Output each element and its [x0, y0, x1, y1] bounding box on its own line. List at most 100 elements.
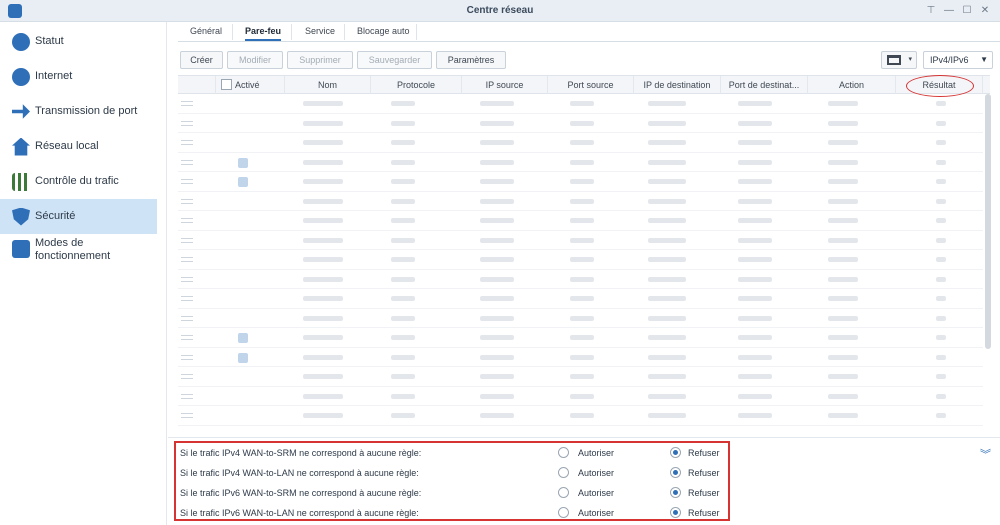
table-row[interactable] [178, 270, 983, 289]
drag-handle-icon[interactable] [181, 315, 193, 321]
allow-radio[interactable] [558, 507, 569, 518]
enabled-checkbox[interactable] [238, 333, 248, 343]
table-row[interactable] [178, 153, 983, 172]
drag-handle-icon[interactable] [181, 413, 193, 418]
maximize-icon[interactable]: ☐ [960, 4, 974, 18]
drag-handle-icon[interactable] [181, 296, 193, 301]
allow-radio[interactable] [558, 467, 569, 478]
create-button[interactable]: Créer [180, 51, 223, 69]
table-row[interactable] [178, 328, 983, 348]
table-row[interactable] [178, 133, 983, 153]
pin-icon[interactable]: ⊤ [924, 4, 938, 18]
blurred-cell [828, 198, 858, 204]
ip-version-select[interactable]: IPv4/IPv6 ▼ [923, 51, 993, 69]
sidebar-item-traffic-control[interactable]: Contrôle du trafic [0, 164, 157, 199]
sidebar-item-port-forwarding[interactable]: Transmission de port [0, 94, 157, 129]
blurred-cell [648, 198, 686, 204]
router-mode-icon [12, 240, 30, 258]
table-row[interactable] [178, 231, 983, 250]
blurred-cell [828, 159, 858, 165]
blurred-cell [828, 257, 858, 262]
allow-radio[interactable] [558, 487, 569, 498]
tab-firewall[interactable]: Pare-feu [245, 26, 282, 41]
sidebar-item-local-network[interactable]: Réseau local [0, 129, 157, 164]
drag-handle-icon[interactable] [181, 393, 193, 399]
table-row[interactable] [178, 250, 983, 270]
table-row[interactable] [178, 289, 983, 309]
deny-radio[interactable] [670, 467, 681, 478]
blurred-cell [936, 335, 946, 340]
drag-handle-icon[interactable] [181, 374, 193, 379]
allow-label[interactable]: Autoriser [578, 468, 614, 478]
allow-label[interactable]: Autoriser [578, 448, 614, 458]
tab-service[interactable]: Service [305, 26, 335, 36]
column-header-source-port[interactable]: Port source [548, 76, 634, 94]
table-row[interactable] [178, 114, 983, 133]
table-row[interactable] [178, 387, 983, 406]
table-row[interactable] [178, 192, 983, 211]
blurred-cell [570, 315, 594, 321]
sidebar-item-statut[interactable]: Statut [0, 24, 157, 59]
drag-handle-icon[interactable] [181, 257, 193, 262]
table-row[interactable] [178, 172, 983, 192]
table-row[interactable] [178, 406, 983, 426]
table-row[interactable] [178, 367, 983, 387]
blurred-cell [738, 393, 772, 399]
allow-label[interactable]: Autoriser [578, 508, 614, 518]
deny-radio[interactable] [670, 447, 681, 458]
tab-auto-block[interactable]: Blocage auto [357, 26, 410, 36]
delete-button[interactable]: Supprimer [287, 51, 353, 69]
blurred-cell [303, 237, 343, 243]
edit-button[interactable]: Modifier [227, 51, 283, 69]
drag-handle-icon[interactable] [181, 140, 193, 145]
column-view-button[interactable]: ▾ [881, 51, 917, 69]
blurred-cell [828, 374, 858, 379]
drag-handle-icon[interactable] [181, 218, 193, 223]
enabled-checkbox[interactable] [238, 177, 248, 187]
drag-handle-icon[interactable] [181, 354, 193, 360]
drag-handle-icon[interactable] [181, 159, 193, 165]
sidebar-item-operation-modes[interactable]: Modes de fonctionnement [0, 234, 157, 270]
save-button[interactable]: Sauvegarder [357, 51, 432, 69]
deny-label[interactable]: Refuser [688, 468, 720, 478]
column-header-source-ip[interactable]: IP source [462, 76, 548, 94]
drag-handle-icon[interactable] [181, 276, 193, 282]
tab-general[interactable]: Général [190, 26, 222, 36]
blurred-cell [480, 315, 514, 321]
drag-handle-icon[interactable] [181, 198, 193, 204]
column-header-destination-ip[interactable]: IP de destination [634, 76, 721, 94]
column-header-enabled[interactable]: Activé [235, 76, 285, 94]
table-row[interactable] [178, 211, 983, 231]
deny-label[interactable]: Refuser [688, 448, 720, 458]
sidebar-item-internet[interactable]: Internet [0, 59, 157, 94]
collapse-chevron-icon[interactable]: ︾ [980, 446, 991, 462]
table-row[interactable] [178, 348, 983, 367]
column-header-protocol[interactable]: Protocole [371, 76, 462, 94]
allow-radio[interactable] [558, 447, 569, 458]
drag-handle-icon[interactable] [181, 120, 193, 126]
deny-label[interactable]: Refuser [688, 508, 720, 518]
table-row[interactable] [178, 309, 983, 328]
enabled-checkbox[interactable] [238, 157, 248, 168]
deny-radio[interactable] [670, 487, 681, 498]
table-row[interactable] [178, 94, 983, 114]
column-header-destination-port[interactable]: Port de destinat... [721, 76, 808, 94]
drag-handle-icon[interactable] [181, 335, 193, 340]
settings-button[interactable]: Paramètres [436, 51, 506, 69]
sidebar-item-security[interactable]: Sécurité [0, 199, 157, 234]
drag-handle-icon[interactable] [181, 101, 193, 106]
enabled-checkbox[interactable] [238, 352, 248, 363]
deny-label[interactable]: Refuser [688, 488, 720, 498]
blurred-cell [303, 335, 343, 340]
column-header-action[interactable]: Action [808, 76, 896, 94]
drag-handle-icon[interactable] [181, 179, 193, 184]
deny-radio[interactable] [670, 507, 681, 518]
close-icon[interactable]: ✕ [978, 4, 992, 18]
column-header-name[interactable]: Nom [285, 76, 371, 94]
drag-handle-icon[interactable] [181, 237, 193, 243]
select-all-checkbox[interactable] [221, 79, 232, 90]
allow-label[interactable]: Autoriser [578, 488, 614, 498]
grid-scrollbar[interactable] [985, 94, 991, 349]
blurred-cell [738, 335, 772, 340]
minimize-icon[interactable]: — [942, 4, 956, 18]
